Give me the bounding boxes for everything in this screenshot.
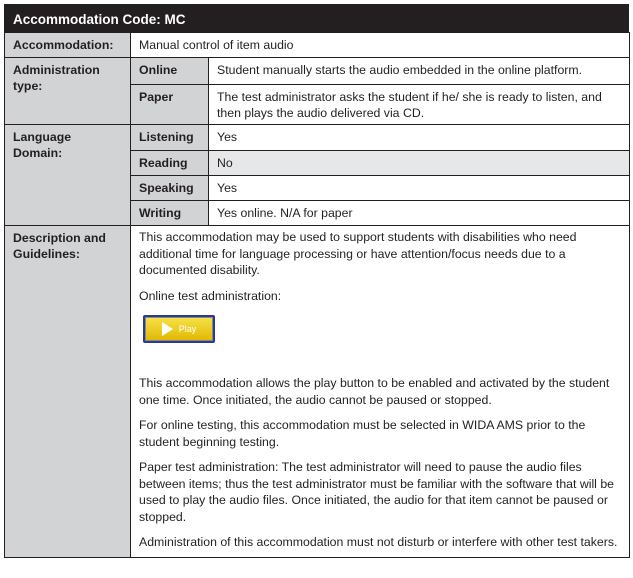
domain-writing-label: Writing bbox=[130, 200, 209, 226]
domain-reading-value: No bbox=[207, 150, 631, 176]
description-label: Description and Guidelines: bbox=[4, 225, 131, 558]
domain-reading-label: Reading bbox=[130, 150, 209, 176]
play-button[interactable]: Play bbox=[143, 315, 215, 343]
domain-writing-value: Yes online. N/A for paper bbox=[207, 200, 631, 226]
domain-speaking-value: Yes bbox=[207, 175, 631, 201]
description-paragraph-2: Online test administration: bbox=[139, 288, 282, 303]
description-paragraph-4: For online testing, this accommodation m… bbox=[139, 418, 586, 449]
description-paragraph-5: Paper test administration: The test admi… bbox=[139, 460, 615, 524]
admin-online-value: Student manually starts the audio embedd… bbox=[207, 57, 631, 85]
accommodation-value: Manual control of item audio bbox=[129, 32, 631, 58]
card-title: Accommodation Code: MC bbox=[4, 4, 629, 32]
domain-listening-value: Yes bbox=[207, 124, 631, 151]
administration-label: Administration type: bbox=[4, 57, 131, 125]
description-row: Description and Guidelines: This accommo… bbox=[4, 225, 631, 558]
accommodation-row: Accommodation: Manual control of item au… bbox=[4, 32, 631, 58]
domain-listening-label: Listening bbox=[130, 124, 209, 151]
accommodation-label: Accommodation: bbox=[4, 32, 131, 58]
play-button-label: Play bbox=[178, 324, 197, 334]
admin-row-online: Administration type: Online Student manu… bbox=[4, 57, 631, 125]
description-paragraph-1: This accommodation may be used to suppor… bbox=[139, 230, 577, 277]
domain-row-listening: Language Domain: Listening Yes bbox=[4, 124, 631, 226]
admin-paper-value: The test administrator asks the student … bbox=[207, 84, 631, 125]
admin-online-label: Online bbox=[130, 57, 209, 85]
description-content: This accommodation may be used to suppor… bbox=[129, 225, 631, 558]
domain-speaking-label: Speaking bbox=[130, 175, 209, 201]
accommodation-card: Accommodation Code: MC Accommodation: Ma… bbox=[4, 4, 631, 558]
language-domain-label: Language Domain: bbox=[4, 124, 131, 226]
play-icon bbox=[161, 322, 173, 336]
admin-paper-label: Paper bbox=[130, 84, 209, 125]
play-button-area: Play bbox=[139, 313, 621, 375]
description-paragraph-3: This accommodation allows the play butto… bbox=[139, 376, 610, 407]
description-paragraph-6: Administration of this accommodation mus… bbox=[139, 535, 618, 549]
accommodation-table: Accommodation: Manual control of item au… bbox=[4, 32, 631, 558]
